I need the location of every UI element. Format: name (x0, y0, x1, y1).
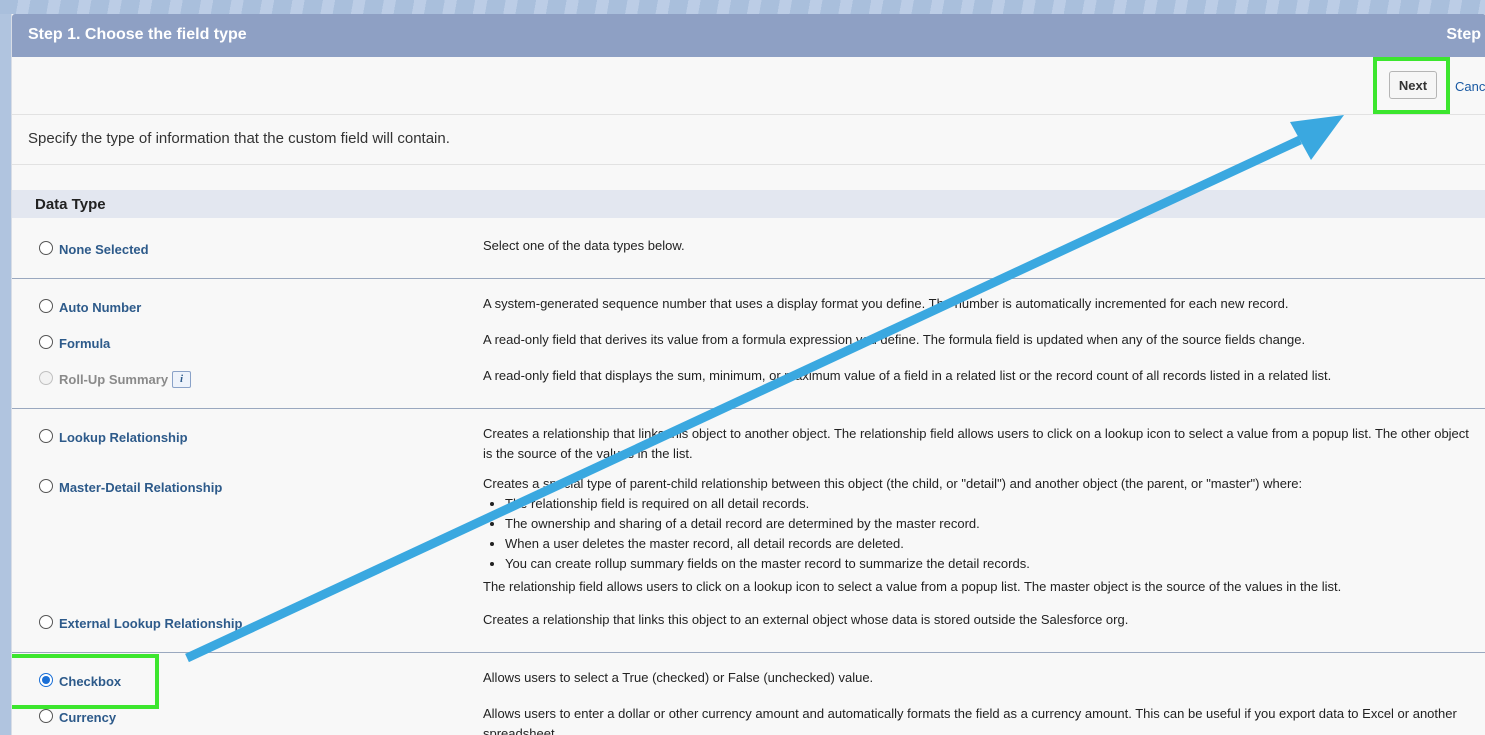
option-description: A system-generated sequence number that … (483, 296, 1289, 311)
option-currency[interactable]: Currency (39, 709, 116, 725)
radio-button-selected[interactable] (39, 673, 53, 687)
option-description: Creates a relationship that links this o… (483, 426, 1469, 461)
option-description: A read-only field that derives its value… (483, 332, 1306, 347)
bullet-item: The ownership and sharing of a detail re… (505, 514, 1473, 534)
option-description: Creates a special type of parent-child r… (483, 476, 1303, 491)
info-icon[interactable]: i (172, 371, 192, 388)
option-external-lookup-relationship[interactable]: External Lookup Relationship (39, 615, 242, 631)
option-formula[interactable]: Formula (39, 335, 110, 351)
field-type-panel: Step 1. Choose the field type Step Next … (11, 14, 1485, 735)
radio-button[interactable] (39, 241, 53, 255)
option-description: Select one of the data types below. (483, 238, 685, 253)
radio-button[interactable] (39, 335, 53, 349)
option-description: Allows users to select a True (checked) … (483, 670, 874, 685)
option-checkbox[interactable]: Checkbox (39, 673, 121, 689)
option-label: Checkbox (59, 674, 122, 689)
option-description: Creates a relationship that links this o… (483, 612, 1129, 627)
step-header: Step 1. Choose the field type Step (12, 14, 1485, 57)
option-label: Lookup Relationship (59, 430, 188, 445)
option-label: None Selected (59, 242, 149, 257)
radio-button[interactable] (39, 479, 53, 493)
option-master-detail-relationship[interactable]: Master-Detail Relationship (39, 479, 222, 495)
bullet-list: The relationship field is required on al… (483, 494, 1473, 574)
group-divider (12, 278, 1485, 279)
data-type-title: Data Type (35, 196, 106, 213)
group-divider (12, 652, 1485, 653)
bullet-item: You can create rollup summary fields on … (505, 554, 1473, 574)
option-description: A read-only field that displays the sum,… (483, 368, 1332, 383)
radio-button[interactable] (39, 615, 53, 629)
radio-button (39, 371, 53, 385)
radio-button[interactable] (39, 299, 53, 313)
intro-text: Specify the type of information that the… (28, 130, 450, 147)
option-label: Roll-Up Summary (59, 372, 169, 387)
option-description-footer: The relationship field allows users to c… (483, 579, 1342, 594)
option-label: Currency (59, 710, 117, 725)
bullet-item: The relationship field is required on al… (505, 494, 1473, 514)
option-none-selected[interactable]: None Selected (39, 241, 149, 257)
option-roll-up-summary: Roll-Up Summary i (39, 371, 192, 388)
option-label: External Lookup Relationship (59, 616, 243, 631)
cancel-link[interactable]: Cance (1455, 79, 1485, 94)
option-auto-number[interactable]: Auto Number (39, 299, 141, 315)
button-row: Next Cance (12, 57, 1485, 115)
option-description: Allows users to enter a dollar or other … (483, 706, 1457, 735)
divider (12, 164, 1485, 165)
page-background-banner (0, 0, 1485, 14)
option-label: Formula (59, 336, 111, 351)
option-description-block: Creates a special type of parent-child r… (483, 474, 1473, 597)
data-type-header: Data Type (12, 190, 1485, 218)
option-lookup-relationship[interactable]: Lookup Relationship (39, 429, 188, 445)
next-button[interactable]: Next (1389, 71, 1437, 99)
step-title: Step 1. Choose the field type (28, 26, 247, 43)
bullet-item: When a user deletes the master record, a… (505, 534, 1473, 554)
group-divider (12, 408, 1485, 409)
option-label: Master-Detail Relationship (59, 480, 223, 495)
step-indicator: Step (1446, 26, 1481, 43)
option-label: Auto Number (59, 300, 142, 315)
radio-button[interactable] (39, 709, 53, 723)
radio-button[interactable] (39, 429, 53, 443)
